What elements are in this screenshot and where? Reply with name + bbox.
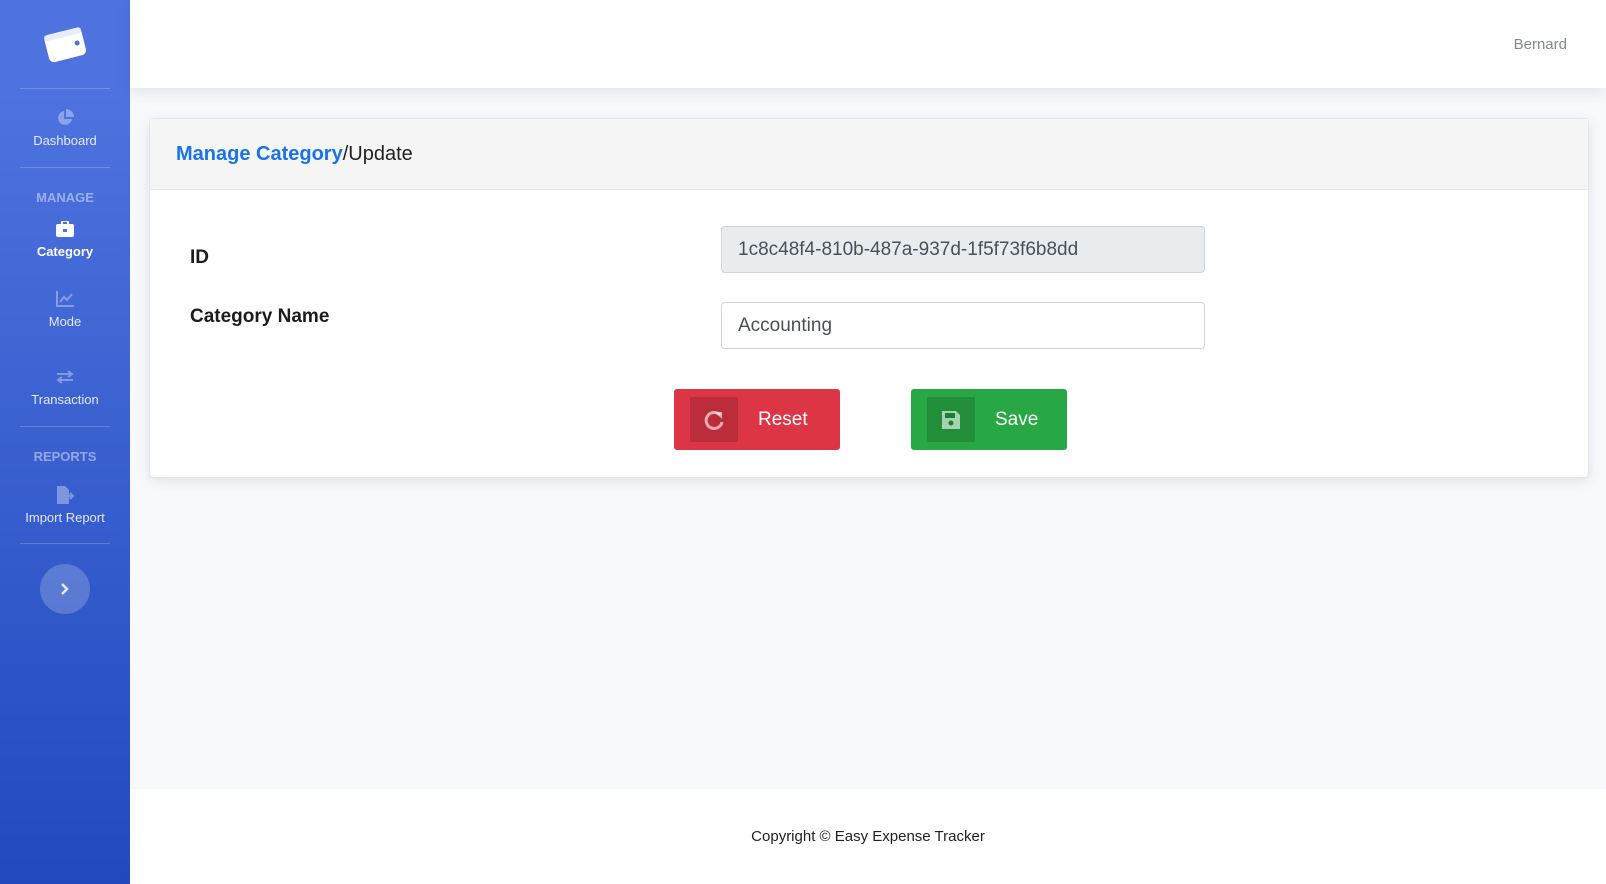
briefcase-icon	[56, 220, 74, 238]
sidebar-item-label: Transaction	[31, 391, 99, 407]
save-icon	[927, 397, 975, 442]
brand-logo[interactable]	[0, 0, 130, 88]
breadcrumb: Manage Category / Update	[150, 119, 1588, 190]
save-button[interactable]: Save	[911, 389, 1067, 450]
chart-pie-icon	[56, 108, 74, 127]
sidebar-item-mode[interactable]: Mode	[0, 270, 130, 348]
exchange-icon	[56, 368, 74, 386]
file-export-icon	[56, 485, 74, 504]
sidebar-item-category[interactable]: Category	[0, 208, 130, 270]
reset-button[interactable]: Reset	[674, 389, 840, 450]
category-name-label: Category Name	[190, 306, 330, 327]
sidebar-heading-manage: Manage	[36, 190, 94, 205]
update-category-card: Manage Category / Update ID Category Nam…	[149, 118, 1589, 478]
sidebar-item-transaction[interactable]: Transaction	[0, 348, 130, 426]
id-label: ID	[190, 247, 209, 268]
user-menu[interactable]: Bernard	[1514, 36, 1567, 53]
reset-button-label: Reset	[758, 408, 808, 430]
sidebar-heading-reports: Reports	[33, 449, 97, 464]
footer: Copyright © Easy Expense Tracker	[130, 789, 1606, 884]
copyright-text: Copyright © Easy Expense Tracker	[751, 828, 985, 845]
sidebar-item-dashboard[interactable]: Dashboard	[0, 89, 130, 167]
chart-line-icon	[56, 290, 74, 308]
sidebar-item-label: Mode	[48, 313, 82, 329]
chevron-right-icon	[61, 583, 69, 595]
sidebar-toggle-button[interactable]	[40, 564, 90, 614]
wallet-icon	[44, 27, 87, 63]
breadcrumb-link-manage-category[interactable]: Manage Category	[176, 143, 343, 166]
sidebar-item-label: Import Report	[25, 509, 105, 525]
breadcrumb-current: Update	[348, 142, 413, 165]
save-button-label: Save	[995, 408, 1039, 430]
sidebar-item-label: Category	[36, 243, 94, 259]
category-name-field[interactable]	[721, 302, 1205, 349]
id-field[interactable]	[721, 226, 1205, 273]
sidebar-item-label: Dashboard	[33, 132, 97, 148]
sidebar-item-import-report[interactable]: Import Report	[0, 467, 130, 543]
topbar: Bernard	[130, 0, 1606, 88]
redo-icon	[690, 397, 738, 442]
sidebar: Dashboard Manage Category Mode Transacti…	[0, 0, 130, 884]
